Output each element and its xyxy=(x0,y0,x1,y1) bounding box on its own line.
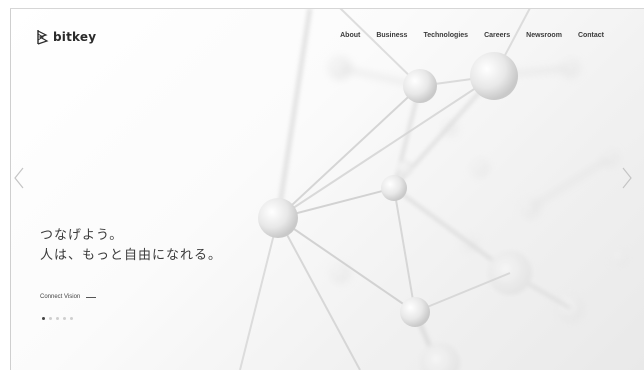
brand-name: bitkey xyxy=(53,30,97,44)
carousel-dot[interactable] xyxy=(56,317,59,320)
main-nav: About Business Technologies Careers News… xyxy=(340,32,604,39)
carousel-dot[interactable] xyxy=(63,317,66,320)
carousel-dot[interactable] xyxy=(70,317,73,320)
arrow-line-icon xyxy=(86,296,97,298)
hero-copy: つなげよう。 人は、もっと自由になれる。 xyxy=(40,226,222,266)
hero-headline-line-2: 人は、もっと自由になれる。 xyxy=(40,248,223,263)
bitkey-logo-icon xyxy=(37,30,49,45)
carousel-dot[interactable] xyxy=(49,317,52,320)
nav-item-contact[interactable]: Contact xyxy=(578,32,604,39)
carousel-pagination xyxy=(42,317,73,320)
carousel-prev-button[interactable] xyxy=(12,166,26,190)
chevron-right-icon xyxy=(622,167,632,189)
site-header: bitkey About Business Technologies Caree… xyxy=(10,8,644,62)
hero-slider: bitkey About Business Technologies Caree… xyxy=(10,8,644,370)
nav-item-business[interactable]: Business xyxy=(376,32,407,39)
network-molecule-background xyxy=(239,8,628,370)
connect-vision-link[interactable]: Connect Vision xyxy=(40,294,97,300)
carousel-dot[interactable] xyxy=(42,317,45,320)
hero-headline-line-1: つなげよう。 xyxy=(40,228,124,243)
nav-item-about[interactable]: About xyxy=(340,32,360,39)
connect-vision-label: Connect Vision xyxy=(40,294,81,300)
chevron-left-icon xyxy=(14,167,24,189)
nav-item-technologies[interactable]: Technologies xyxy=(423,32,468,39)
nav-item-careers[interactable]: Careers xyxy=(484,32,510,39)
nav-item-newsroom[interactable]: Newsroom xyxy=(526,32,562,39)
carousel-next-button[interactable] xyxy=(620,166,634,190)
brand-logo[interactable]: bitkey xyxy=(36,28,96,46)
